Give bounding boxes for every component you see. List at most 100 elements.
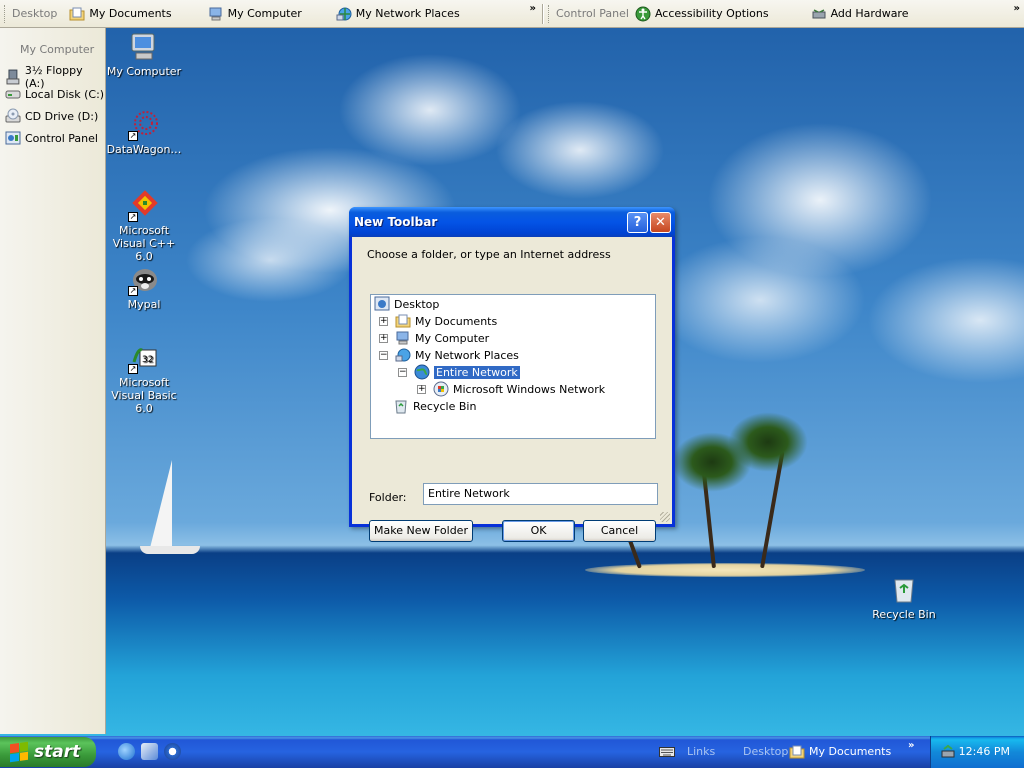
- mypal-icon: ↗: [128, 264, 160, 296]
- tree-item-entire-network[interactable]: − Entire Network: [398, 364, 520, 380]
- collapse-icon[interactable]: −: [398, 367, 407, 377]
- my-computer-icon: [128, 31, 160, 63]
- tree-item-network-places[interactable]: − My Network Places: [379, 347, 519, 363]
- shortcut-arrow-icon: ↗: [128, 364, 138, 374]
- svg-text:32: 32: [142, 355, 153, 365]
- tree-item-label: Desktop: [394, 297, 440, 311]
- media-icon[interactable]: [141, 743, 158, 760]
- help-button[interactable]: ?: [627, 211, 648, 233]
- side-item-control-panel[interactable]: Control Panel: [5, 130, 98, 146]
- tree-item-desktop[interactable]: Desktop: [374, 296, 439, 312]
- internet-explorer-icon[interactable]: [118, 743, 135, 760]
- toolbar-title: Control Panel: [556, 7, 629, 20]
- shortcut-arrow-icon: ↗: [128, 286, 138, 296]
- tree-item-label-selected: Entire Network: [434, 365, 520, 379]
- system-tray: 12:46 PM: [930, 736, 1024, 768]
- tree-item-recycle-bin[interactable]: Recycle Bin: [393, 398, 476, 414]
- folder-tree[interactable]: Desktop + My Documents + My Computer − M…: [370, 294, 656, 439]
- network-places-icon: [336, 7, 352, 20]
- toolbar-item-accessibility[interactable]: Accessibility Options: [635, 3, 775, 25]
- toolbar-chevron[interactable]: »: [530, 3, 537, 14]
- cancel-button[interactable]: Cancel: [583, 520, 656, 542]
- desktop-icon-visual-basic[interactable]: 32 ↗ Microsoft Visual Basic 6.0: [104, 342, 184, 415]
- desktop-icon-label: Microsoft Visual C++ 6.0: [112, 224, 176, 263]
- recycle-bin-icon: [395, 400, 407, 414]
- links-toolbar-label[interactable]: Links: [687, 745, 715, 758]
- folder-label: Folder:: [369, 491, 407, 504]
- toolbar-chevron[interactable]: »: [1014, 3, 1021, 14]
- desktop-icon-datawagon[interactable]: ↗ DataWagon…: [104, 109, 184, 156]
- resize-grip-icon[interactable]: [660, 512, 670, 522]
- keyboard-icon[interactable]: [659, 745, 675, 759]
- control-panel-icon: [5, 131, 21, 145]
- toolbar-item-label: My Network Places: [355, 7, 460, 20]
- expand-icon[interactable]: +: [379, 316, 388, 326]
- my-computer-toolbar-side: My Computer 3½ Floppy (A:) Local Disk (C…: [0, 28, 106, 734]
- accessibility-icon: [635, 6, 651, 21]
- ok-button[interactable]: OK: [502, 520, 575, 542]
- desktop-icon-recycle-bin[interactable]: Recycle Bin: [864, 574, 944, 621]
- dialog-prompt: Choose a folder, or type an Internet add…: [367, 248, 611, 261]
- desktop-toolbar-label[interactable]: Desktop: [743, 745, 788, 758]
- tree-item-my-documents[interactable]: + My Documents: [379, 313, 497, 329]
- safely-remove-hardware-icon[interactable]: [940, 744, 956, 760]
- desktop-icon-mypal[interactable]: ↗ Mypal: [104, 264, 184, 311]
- my-documents-icon: [69, 7, 85, 20]
- my-documents-icon: [395, 314, 411, 328]
- toolbar-separator: [542, 3, 544, 24]
- media-player-icon[interactable]: [164, 743, 181, 760]
- toolbar-item-my-computer[interactable]: My Computer: [202, 3, 308, 25]
- start-label: start: [34, 742, 81, 762]
- palm-leaves: [728, 412, 808, 472]
- tree-item-label: My Network Places: [415, 348, 519, 362]
- toolbar-grip[interactable]: [4, 4, 7, 23]
- side-item-label: Local Disk (C:): [25, 87, 105, 101]
- wallpaper-island: [585, 563, 865, 577]
- control-panel-toolbar: Control Panel Accessibility Options Add …: [546, 0, 1024, 28]
- desktop-icon-label: Recycle Bin: [872, 608, 936, 621]
- tree-item-windows-network[interactable]: + Microsoft Windows Network: [417, 381, 605, 397]
- taskbar: start Links Desktop My Documents » 12:46…: [0, 736, 1024, 768]
- toolbar-item-add-hardware[interactable]: Add Hardware: [805, 3, 915, 25]
- start-button[interactable]: start: [0, 737, 96, 767]
- clock[interactable]: 12:46 PM: [959, 745, 1010, 758]
- tree-item-label: My Documents: [415, 314, 498, 328]
- toolbar-item-label: My Documents: [89, 7, 172, 20]
- taskbar-chevron[interactable]: »: [908, 740, 914, 751]
- close-button[interactable]: ✕: [650, 211, 671, 233]
- side-item-label: Control Panel: [25, 131, 98, 145]
- dialog-titlebar[interactable]: New Toolbar ? ✕: [349, 207, 675, 237]
- hard-disk-icon: [5, 90, 21, 99]
- desktop-toolbar-top: Desktop My Documents My Computer My Netw…: [0, 0, 1024, 28]
- datawagon-icon: ↗: [128, 109, 160, 141]
- desktop-icon-visual-cpp[interactable]: ↗ Microsoft Visual C++ 6.0: [104, 190, 184, 263]
- sailboat-sail: [150, 460, 172, 548]
- toolbar-item-label: Add Hardware: [830, 7, 909, 20]
- collapse-icon[interactable]: −: [379, 350, 388, 360]
- side-item-cd-drive[interactable]: CD Drive (D:): [5, 108, 98, 124]
- recycle-bin-icon: [888, 574, 920, 606]
- tree-item-label: Microsoft Windows Network: [453, 382, 606, 396]
- toolbar-item-my-documents[interactable]: My Documents: [63, 3, 177, 25]
- toolbar-grip[interactable]: [548, 4, 551, 23]
- my-computer-icon: [209, 7, 222, 20]
- expand-icon[interactable]: +: [417, 384, 426, 394]
- make-new-folder-button[interactable]: Make New Folder: [369, 520, 473, 542]
- toolbar-item-label: Accessibility Options: [654, 7, 769, 20]
- my-documents-icon: [789, 745, 805, 759]
- side-item-local-disk[interactable]: Local Disk (C:): [5, 86, 104, 102]
- my-computer-icon: [396, 331, 409, 345]
- windows-flag-icon: [10, 741, 28, 763]
- tree-item-my-computer[interactable]: + My Computer: [379, 330, 489, 346]
- tree-item-label: Recycle Bin: [413, 399, 477, 413]
- folder-input[interactable]: Entire Network: [423, 483, 658, 505]
- expand-icon[interactable]: +: [379, 333, 388, 343]
- side-item-label: CD Drive (D:): [25, 109, 99, 123]
- toolbar-item-network-places[interactable]: My Network Places: [330, 3, 466, 25]
- taskbar-my-documents[interactable]: My Documents: [809, 745, 891, 758]
- cd-drive-icon: [5, 108, 21, 123]
- windows-network-icon: [433, 381, 449, 397]
- desktop-icon-label: My Computer: [106, 65, 182, 78]
- desktop-icon-my-computer[interactable]: My Computer: [104, 31, 184, 78]
- floppy-icon: [6, 69, 20, 85]
